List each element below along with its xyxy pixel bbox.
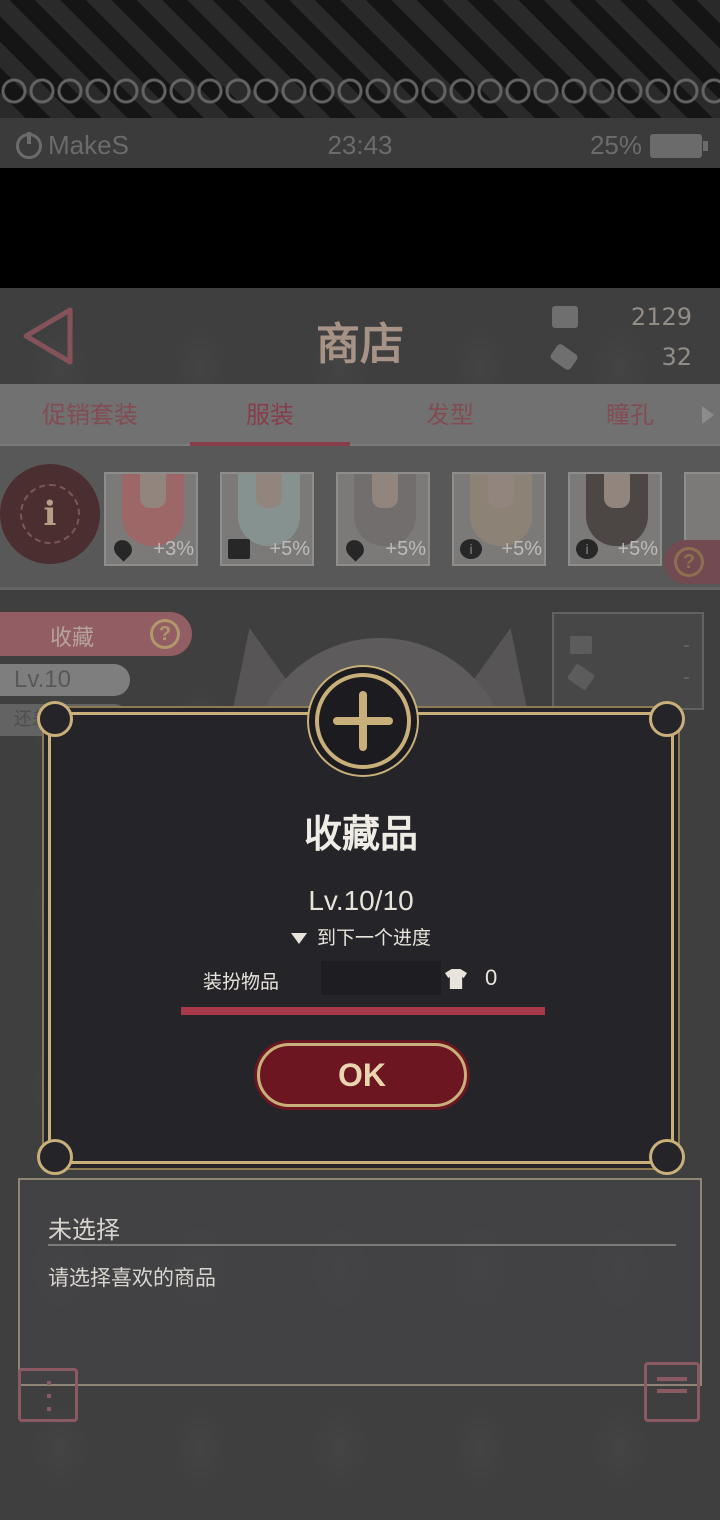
collection-dialog: 收藏品 Lv.10/10 到下一个进度 装扮物品 0 OK <box>37 673 685 1175</box>
ornament-emblem-icon <box>315 673 411 769</box>
next-progress-label: 到下一个进度 <box>51 923 671 950</box>
lace-border <box>0 74 720 108</box>
ok-button[interactable]: OK <box>257 1043 467 1107</box>
selection-hint: 请选择喜欢的商品 <box>48 1266 216 1290</box>
divider <box>48 1244 676 1246</box>
progress-field <box>321 961 441 995</box>
emblem-cross <box>333 691 393 751</box>
shirt-icon <box>445 969 467 989</box>
selection-title: 未选择 <box>48 1216 120 1244</box>
corner-ornament <box>649 1139 685 1175</box>
progress-fill <box>181 1007 545 1015</box>
progress-label: 装扮物品 <box>203 971 280 993</box>
more-vertical-icon <box>47 1381 51 1411</box>
status-battery: 25% <box>590 130 708 161</box>
description-panel: 未选择 请选择喜欢的商品 <box>18 1178 702 1386</box>
black-band <box>0 168 720 288</box>
progress-row: 装扮物品 0 <box>181 961 545 997</box>
triangle-down-icon <box>290 933 307 944</box>
dialog-title: 收藏品 <box>303 812 418 856</box>
menu-button[interactable] <box>18 1368 78 1422</box>
dialog-level: Lv.10/10 <box>308 885 414 916</box>
game-screen: 商店 2129 32 促销套装 服装 发型 瞳孔 i +3% +5% +5% i… <box>0 288 720 1520</box>
notes-button[interactable] <box>644 1362 700 1422</box>
notes-icon-line <box>657 1389 687 1393</box>
battery-icon <box>650 133 708 158</box>
corner-ornament <box>37 701 73 737</box>
status-bar: MakeS 23:43 25% <box>0 118 720 168</box>
notes-icon <box>657 1377 687 1381</box>
corner-ornament <box>37 1139 73 1175</box>
corner-ornament <box>649 701 685 737</box>
progress-count: 0 <box>485 965 498 990</box>
progress-bar <box>181 1007 545 1015</box>
